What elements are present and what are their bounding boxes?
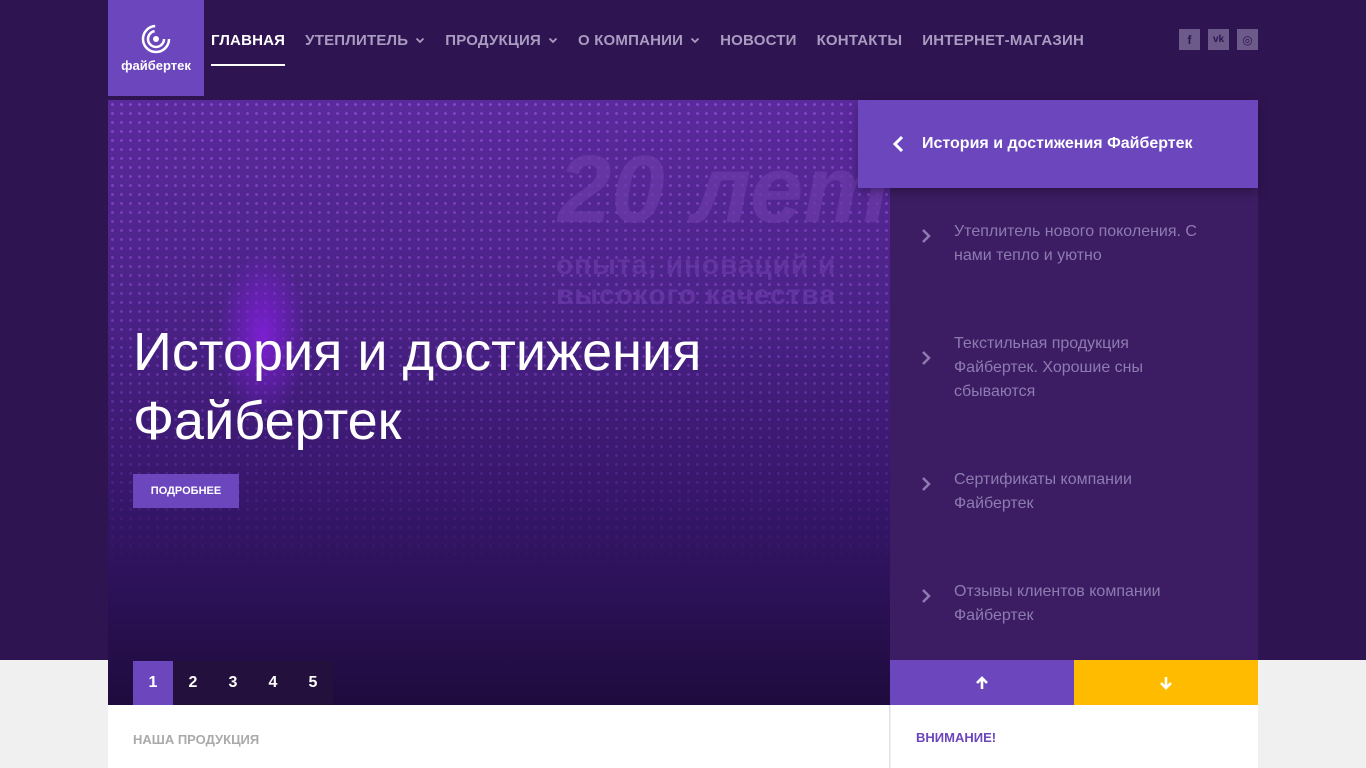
slide-list-item-3[interactable]: Сертификаты компании Файбертек (920, 468, 1220, 516)
nav-news-label: НОВОСТИ (720, 31, 797, 49)
slide-list-active-item[interactable]: История и достижения Файбертек (858, 100, 1258, 188)
slide-list-item-4[interactable]: Отзывы клиентов компании Файбертек (920, 580, 1220, 628)
chevron-right-icon (922, 229, 931, 243)
hero-watermark-years: 20 лет (558, 136, 889, 243)
chevron-down-icon (548, 37, 558, 44)
more-button[interactable]: ПОДРОБНЕЕ (133, 474, 239, 508)
page-button-4[interactable]: 4 (253, 661, 293, 705)
slide-list-item-line: Файбертек (954, 607, 1034, 624)
nav-products[interactable]: ПРОДУКЦИЯ (445, 0, 558, 80)
slide-list-item-line: Сертификаты компании (954, 471, 1132, 488)
site-header: файбертек ГЛАВНАЯ УТЕПЛИТЕЛЬ ПРОДУКЦИЯ О… (108, 0, 1258, 100)
page-button-2[interactable]: 2 (173, 661, 213, 705)
slide-list-item-line: Файбертек (954, 495, 1034, 512)
page-button-5[interactable]: 5 (293, 661, 333, 705)
slide-list-item-1[interactable]: Утеплитель нового поколения. С нами тепл… (920, 220, 1220, 268)
slide-down-button[interactable] (1074, 660, 1258, 705)
nav-shop-label: ИНТЕРНЕТ-МАГАЗИН (922, 31, 1084, 49)
hero-title: История и достижения Файбертек (133, 318, 833, 456)
slide-list-item-label: Сертификаты компании Файбертек (954, 468, 1132, 516)
instagram-icon[interactable]: ◎ (1237, 29, 1258, 50)
attention-section: ВНИМАНИЕ! (891, 705, 1258, 768)
hero-watermark-line2: высокого качества (556, 279, 836, 310)
chevron-right-icon (922, 477, 931, 491)
slide-list-item-line: Утеплитель нового поколения. С (954, 223, 1197, 240)
nav-contacts-label: КОНТАКТЫ (816, 31, 903, 49)
hero-title-line1: История и достижения (133, 322, 702, 382)
hero-watermark-line1: опыта, иноваций и (556, 249, 837, 280)
slide-list-item-label: Утеплитель нового поколения. С нами тепл… (954, 220, 1197, 268)
nav-products-label: ПРОДУКЦИЯ (445, 31, 541, 49)
slide-list-item-line: Файбертек. Хорошие сны (954, 359, 1144, 376)
slide-list-item-label: Отзывы клиентов компании Файбертек (954, 580, 1161, 628)
logo[interactable]: файбертек (108, 0, 204, 96)
logo-spiral-icon (141, 24, 171, 53)
page-button-1[interactable]: 1 (133, 661, 173, 705)
slide-pager: 1 2 3 4 5 (133, 661, 333, 705)
slide-list-item-2[interactable]: Текстильная продукция Файбертек. Хорошие… (920, 332, 1220, 404)
nav-insulation[interactable]: УТЕПЛИТЕЛЬ (305, 0, 425, 80)
nav-about-label: О КОМПАНИИ (577, 31, 684, 49)
attention-title: ВНИМАНИЕ! (916, 730, 997, 745)
products-section: НАША ПРОДУКЦИЯ (108, 705, 890, 768)
chevron-right-icon (922, 589, 931, 603)
hero-watermark-tagline: опыта, иноваций и высокого качества (556, 250, 836, 310)
slide-list-item-line: сбываются (954, 383, 1036, 400)
arrow-down-icon (1160, 676, 1172, 690)
social-links: f vk ◎ (1171, 29, 1258, 50)
products-section-title: НАША ПРОДУКЦИЯ (133, 732, 260, 747)
vk-icon[interactable]: vk (1208, 29, 1229, 50)
hero-slide: 20 лет опыта, иноваций и высокого качест… (108, 100, 890, 705)
nav-contacts[interactable]: КОНТАКТЫ (817, 0, 903, 80)
nav-news[interactable]: НОВОСТИ (720, 0, 796, 80)
hero-title-line2: Файбертек (133, 391, 402, 451)
chevron-right-icon (922, 351, 931, 365)
nav-shop[interactable]: ИНТЕРНЕТ-МАГАЗИН (922, 0, 1084, 80)
nav-home[interactable]: ГЛАВНАЯ (211, 0, 286, 80)
chevron-down-icon (416, 37, 425, 44)
logo-text: файбертек (121, 57, 191, 73)
slide-list-item-line: Отзывы клиентов компании (954, 583, 1161, 600)
slide-list-item-line: нами тепло и уютно (954, 247, 1102, 264)
chevron-left-icon (892, 135, 904, 153)
page-button-3[interactable]: 3 (213, 661, 253, 705)
nav-insulation-label: УТЕПЛИТЕЛЬ (305, 31, 409, 49)
main-nav: ГЛАВНАЯ УТЕПЛИТЕЛЬ ПРОДУКЦИЯ О КОМПАНИИ … (211, 0, 1104, 80)
nav-home-label: ГЛАВНАЯ (211, 31, 286, 49)
facebook-icon[interactable]: f (1179, 29, 1200, 50)
chevron-down-icon (691, 37, 700, 44)
slide-up-button[interactable] (890, 660, 1074, 705)
nav-about[interactable]: О КОМПАНИИ (578, 0, 700, 80)
slide-list-item-line: Текстильная продукция (954, 335, 1129, 352)
arrow-up-icon (976, 675, 988, 689)
slide-list-item-label: Текстильная продукция Файбертек. Хорошие… (954, 332, 1143, 404)
slide-list-active-label: История и достижения Файбертек (922, 135, 1193, 152)
